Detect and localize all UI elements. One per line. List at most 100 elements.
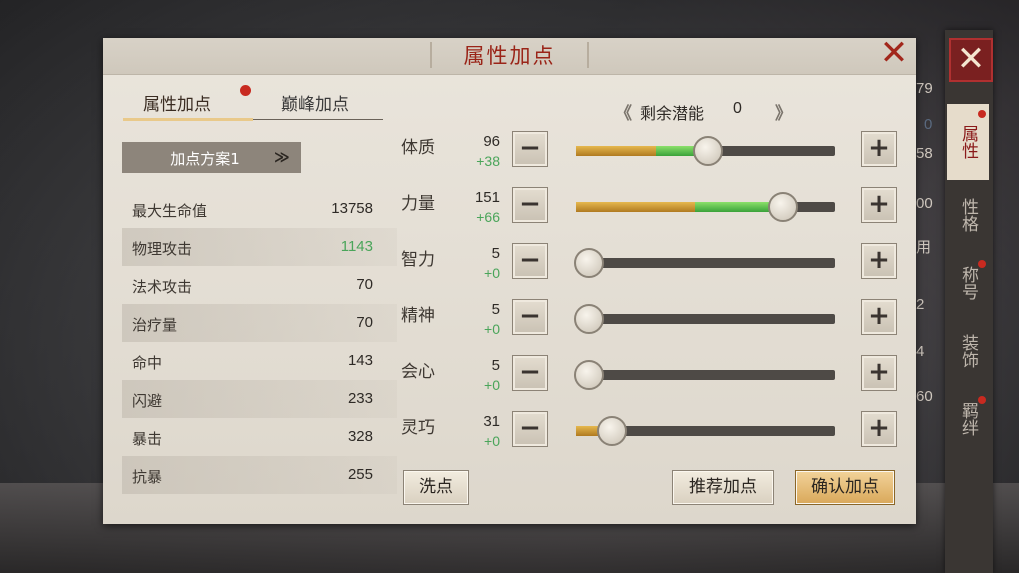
side-tab-personality[interactable]: 性格	[947, 186, 989, 244]
recommend-points-button[interactable]: 推荐加点	[672, 470, 774, 505]
stat-name: 治疗量	[132, 316, 178, 334]
slider-base-fill	[576, 202, 695, 212]
slider-handle[interactable]	[768, 192, 798, 222]
dialog-title: 属性加点	[463, 44, 556, 68]
confirm-points-button[interactable]: 确认加点	[795, 470, 895, 505]
side-close-icon[interactable]: ✕	[949, 38, 993, 82]
reset-points-button[interactable]: 洗点	[403, 470, 469, 505]
left-arrow-icon: 《	[615, 104, 632, 124]
stat-name: 暴击	[132, 430, 163, 448]
stat-value: 1143	[340, 238, 373, 255]
stat-row: 治疗量 70	[122, 304, 397, 342]
stat-value: 255	[347, 466, 373, 483]
bg-number: 用	[916, 239, 932, 256]
close-icon[interactable]: ✕	[877, 36, 911, 70]
slider-handle[interactable]	[693, 136, 723, 166]
slider-handle[interactable]	[597, 416, 627, 446]
tab-peak-points[interactable]: 巅峰加点	[281, 90, 349, 115]
side-tab-label: 属性	[958, 125, 978, 159]
attribute-slider[interactable]	[574, 248, 835, 278]
bg-number: 2	[916, 296, 925, 313]
minus-icon: −	[519, 133, 541, 163]
plus-icon: +	[868, 245, 890, 275]
attribute-value: 5	[491, 245, 500, 262]
attribute-slider[interactable]	[576, 136, 835, 166]
tab-active-underline	[123, 118, 253, 121]
stat-value: 143	[347, 352, 373, 369]
minus-button[interactable]: −	[512, 131, 548, 167]
tab-attribute-points[interactable]: 属性加点	[143, 90, 211, 115]
stat-name: 抗暴	[132, 468, 163, 486]
attribute-bonus: +66	[476, 209, 500, 225]
stat-value: 70	[356, 314, 373, 331]
stat-value: 328	[347, 428, 373, 445]
attribute-name: 力量	[401, 194, 435, 214]
slider-handle[interactable]	[574, 360, 604, 390]
right-arrow-icon: 》	[775, 104, 792, 124]
plus-button[interactable]: +	[861, 243, 897, 279]
minus-button[interactable]: −	[512, 355, 548, 391]
stat-value: 70	[356, 276, 373, 293]
plus-icon: +	[868, 357, 890, 387]
plus-icon: +	[868, 189, 890, 219]
attribute-bonus: +0	[484, 321, 500, 337]
minus-icon: −	[519, 245, 541, 275]
side-tab-label: 称号	[958, 266, 978, 300]
stat-name: 法术攻击	[132, 278, 193, 296]
chevron-down-icon: ≫	[274, 148, 290, 166]
scheme-dropdown[interactable]: 加点方案1 ≫	[122, 142, 301, 173]
attribute-dialog: 属性加点 ✕ 属性加点 巅峰加点 加点方案1 ≫ 最大生命值 13758 物理攻…	[103, 36, 916, 524]
remaining-potential-label: 剩余潜能	[640, 104, 705, 123]
plus-button[interactable]: +	[861, 131, 897, 167]
attribute-bonus: +0	[484, 377, 500, 393]
plus-icon: +	[868, 413, 890, 443]
notification-dot	[978, 110, 986, 118]
stat-name: 最大生命值	[132, 202, 208, 220]
attribute-slider[interactable]	[574, 304, 835, 334]
attribute-slider[interactable]	[576, 192, 835, 222]
plus-button[interactable]: +	[861, 411, 897, 447]
bg-number: 00	[916, 195, 933, 212]
side-tab-title[interactable]: 称号	[947, 254, 989, 312]
bg-number: 4	[916, 343, 925, 360]
minus-icon: −	[519, 189, 541, 219]
plus-icon: +	[868, 133, 890, 163]
stat-name: 物理攻击	[132, 240, 193, 258]
slider-handle[interactable]	[574, 304, 604, 334]
side-tab-attributes[interactable]: 属性	[947, 104, 989, 180]
side-tab-decoration[interactable]: 装饰	[947, 322, 989, 380]
minus-button[interactable]: −	[512, 411, 548, 447]
attribute-value: 96	[483, 133, 500, 150]
stat-value: 233	[347, 390, 373, 407]
side-tab-bond[interactable]: 羁绊	[947, 390, 989, 448]
minus-button[interactable]: −	[512, 243, 548, 279]
attribute-name: 灵巧	[401, 418, 435, 438]
remaining-potential-value: 0	[733, 100, 742, 117]
plus-button[interactable]: +	[861, 299, 897, 335]
attribute-name: 会心	[401, 362, 435, 382]
scheme-dropdown-label: 加点方案1	[170, 150, 240, 168]
notification-dot	[978, 260, 986, 268]
minus-icon: −	[519, 301, 541, 331]
minus-button[interactable]: −	[512, 299, 548, 335]
stat-row: 最大生命值 13758	[122, 190, 397, 228]
attribute-value: 151	[474, 189, 500, 206]
attribute-name: 精神	[401, 306, 435, 326]
stat-row: 暴击 328	[122, 418, 397, 456]
slider-base-fill	[576, 146, 656, 156]
minus-button[interactable]: −	[512, 187, 548, 223]
attribute-bonus: +0	[484, 265, 500, 281]
attribute-name: 智力	[401, 250, 435, 270]
attribute-slider[interactable]	[576, 416, 835, 446]
plus-button[interactable]: +	[861, 355, 897, 391]
notification-dot	[240, 85, 251, 96]
slider-handle[interactable]	[574, 248, 604, 278]
bg-number: 0	[924, 116, 933, 133]
attribute-slider[interactable]	[574, 360, 835, 390]
plus-button[interactable]: +	[861, 187, 897, 223]
minus-icon: −	[519, 413, 541, 443]
attribute-bonus: +38	[476, 153, 500, 169]
stat-name: 闪避	[132, 392, 163, 410]
bg-number: 58	[916, 145, 933, 162]
side-tab-label: 性格	[958, 198, 978, 232]
